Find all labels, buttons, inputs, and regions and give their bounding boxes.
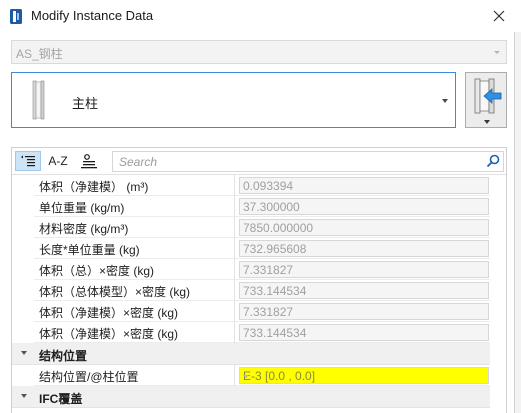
property-value-field[interactable]: 7.331827 xyxy=(239,303,489,320)
property-value-field[interactable]: 732.965608 xyxy=(239,240,489,257)
collapse-caret-icon[interactable] xyxy=(21,351,27,355)
element-type-value: 主柱 xyxy=(72,96,99,111)
group-header-structural-location[interactable]: 结构位置 xyxy=(12,343,506,365)
property-value: 732.965608 xyxy=(243,242,307,256)
property-value: E-3 [0.0 , 0.0] xyxy=(243,369,316,383)
categorized-list-icon xyxy=(21,155,35,167)
column-location-select[interactable]: E-3 [0.0 , 0.0] xyxy=(239,367,489,384)
pick-from-model-icon xyxy=(474,78,502,114)
chevron-down-icon xyxy=(484,120,490,124)
pick-element-button[interactable] xyxy=(465,72,507,128)
property-grid: 体积（净建模） (m³) 0.093394 单位重量 (kg/m) 37.300… xyxy=(12,175,506,408)
title-bar: Modify Instance Data xyxy=(0,0,521,32)
grid-right-margin xyxy=(490,175,506,413)
property-label: 材料密度 (kg/m³) xyxy=(34,217,235,238)
background-window-edge xyxy=(514,0,521,413)
property-label: 单位重量 (kg/m) xyxy=(34,196,235,217)
property-value-field[interactable]: 733.144534 xyxy=(239,282,489,299)
properties-panel: A-Z Search 体积（净建模） (m³) 0.093394 单位重量 (k… xyxy=(11,147,507,413)
properties-toolbar: A-Z Search xyxy=(12,148,506,175)
property-label: 体积（净建模）×密度 (kg) xyxy=(34,322,235,343)
property-value: 733.144534 xyxy=(243,326,307,340)
property-label: 体积（净建模）×密度 (kg) xyxy=(34,301,235,322)
chevron-down-icon xyxy=(442,99,448,103)
property-row: 结构位置/@柱位置 E-3 [0.0 , 0.0] xyxy=(12,365,506,386)
property-filter-button[interactable] xyxy=(76,151,102,171)
property-search-box[interactable]: Search xyxy=(112,151,504,172)
property-value: 733.144534 xyxy=(243,284,307,298)
property-row: 体积（总体模型）×密度 (kg) 733.144534 xyxy=(12,280,506,301)
chevron-down-icon xyxy=(494,51,500,54)
property-row: 体积（总）×密度 (kg) 7.331827 xyxy=(12,259,506,280)
group-header-ifc-override[interactable]: IFC覆盖 xyxy=(12,386,506,408)
property-label: 结构位置/@柱位置 xyxy=(34,365,235,386)
property-value: 7.331827 xyxy=(243,305,294,319)
app-icon xyxy=(10,9,22,24)
property-value: 37.300000 xyxy=(243,200,300,214)
window-title: Modify Instance Data xyxy=(31,8,154,23)
style-select-value: AS_钢柱 xyxy=(16,47,63,61)
chevron-down-icon xyxy=(243,375,249,378)
close-icon xyxy=(493,10,505,22)
collapse-caret-icon[interactable] xyxy=(21,394,27,398)
property-value-field[interactable]: 7.331827 xyxy=(239,261,489,278)
property-value-field[interactable]: 37.300000 xyxy=(239,198,489,215)
property-row: 体积（净建模） (m³) 0.093394 xyxy=(12,175,506,196)
property-row: 长度*单位重量 (kg) 732.965608 xyxy=(12,238,506,259)
property-value-field[interactable]: 7850.000000 xyxy=(239,219,489,236)
property-row: 材料密度 (kg/m³) 7850.000000 xyxy=(12,217,506,238)
property-label: 体积（净建模） (m³) xyxy=(34,175,235,196)
group-title: 结构位置 xyxy=(39,349,88,363)
property-row: 体积（净建模）×密度 (kg) 7.331827 xyxy=(12,301,506,322)
column-thumbnail-icon xyxy=(16,77,62,123)
search-placeholder: Search xyxy=(119,155,158,169)
property-label: 长度*单位重量 (kg) xyxy=(34,238,235,259)
property-value: 0.093394 xyxy=(243,179,294,193)
search-icon[interactable] xyxy=(486,154,500,168)
alphabetical-view-button[interactable]: A-Z xyxy=(45,151,71,171)
property-label: 体积（总体模型）×密度 (kg) xyxy=(34,280,235,301)
group-title: IFC覆盖 xyxy=(39,392,83,406)
filter-settings-icon xyxy=(81,154,97,169)
property-value: 7850.000000 xyxy=(243,221,314,235)
property-label: 体积（总）×密度 (kg) xyxy=(34,259,235,280)
style-select[interactable]: AS_钢柱 xyxy=(11,40,507,64)
property-value: 7.331827 xyxy=(243,263,294,277)
categorized-view-button[interactable] xyxy=(15,151,41,171)
property-value-field[interactable]: 733.144534 xyxy=(239,324,489,341)
property-row: 体积（净建模）×密度 (kg) 733.144534 xyxy=(12,322,506,343)
property-value-field[interactable]: 0.093394 xyxy=(239,177,489,194)
property-row: 单位重量 (kg/m) 37.300000 xyxy=(12,196,506,217)
element-type-select[interactable]: 主柱 xyxy=(11,72,456,128)
close-button[interactable] xyxy=(477,0,521,32)
